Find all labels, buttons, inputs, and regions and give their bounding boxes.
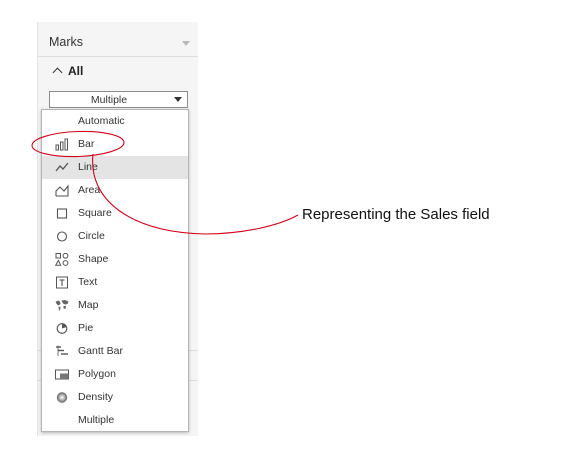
annotation-callout: Representing the Sales field (302, 206, 490, 223)
menu-item-bar[interactable]: Bar (42, 133, 188, 156)
menu-item-text[interactable]: Text (42, 271, 188, 294)
mark-type-select[interactable]: Multiple (49, 91, 188, 108)
map-icon (55, 300, 69, 311)
menu-item-pie[interactable]: Pie (42, 317, 188, 340)
menu-item-square[interactable]: Square (42, 202, 188, 225)
menu-item-label: Shape (78, 253, 109, 265)
menu-item-map[interactable]: Map (42, 294, 188, 317)
shape-icon (55, 253, 69, 266)
menu-item-label: Gantt Bar (78, 345, 123, 357)
line-icon (55, 162, 69, 172)
all-section-toggle[interactable]: All (38, 60, 198, 82)
menu-item-polygon[interactable]: Polygon (42, 363, 188, 386)
menu-item-label: Polygon (78, 368, 116, 380)
menu-item-line[interactable]: Line (42, 156, 188, 179)
menu-item-area[interactable]: Area (42, 179, 188, 202)
square-icon (56, 208, 68, 219)
menu-item-automatic[interactable]: Automatic (42, 110, 188, 133)
menu-item-label: Circle (78, 230, 105, 242)
menu-item-label: Automatic (78, 115, 125, 127)
menu-item-label: Area (78, 184, 101, 196)
header-divider (38, 56, 198, 57)
menu-item-label: Multiple (78, 414, 115, 426)
chevron-up-icon (52, 67, 63, 78)
menu-item-label: Square (78, 207, 112, 219)
bar-icon (55, 138, 68, 151)
mark-type-value: Multiple (90, 94, 128, 106)
menu-item-density[interactable]: Density (42, 386, 188, 409)
menu-item-gantt-bar[interactable]: Gantt Bar (42, 340, 188, 363)
circle-icon (56, 231, 68, 242)
menu-item-label: Bar (78, 138, 95, 150)
density-icon (56, 392, 68, 403)
menu-item-label: Map (78, 299, 99, 311)
menu-item-label: Line (78, 161, 98, 173)
chevron-down-icon[interactable] (182, 41, 190, 46)
menu-item-label: Pie (78, 322, 94, 334)
gantt-bar-icon (56, 345, 68, 356)
mark-type-dropdown: Automatic Bar Line Area Square Circle Sh… (41, 109, 189, 432)
menu-item-label: Text (78, 276, 98, 288)
area-icon (55, 184, 69, 197)
text-icon (56, 276, 68, 289)
menu-item-multiple[interactable]: Multiple (42, 409, 188, 432)
marks-title: Marks (49, 35, 84, 49)
dropdown-arrow-icon (174, 97, 182, 102)
pie-icon (56, 323, 68, 334)
marks-card-header: Marks (38, 30, 198, 56)
all-section-label: All (68, 64, 84, 78)
menu-item-shape[interactable]: Shape (42, 248, 188, 271)
menu-item-label: Density (78, 391, 114, 403)
menu-item-circle[interactable]: Circle (42, 225, 188, 248)
polygon-icon (55, 369, 69, 380)
